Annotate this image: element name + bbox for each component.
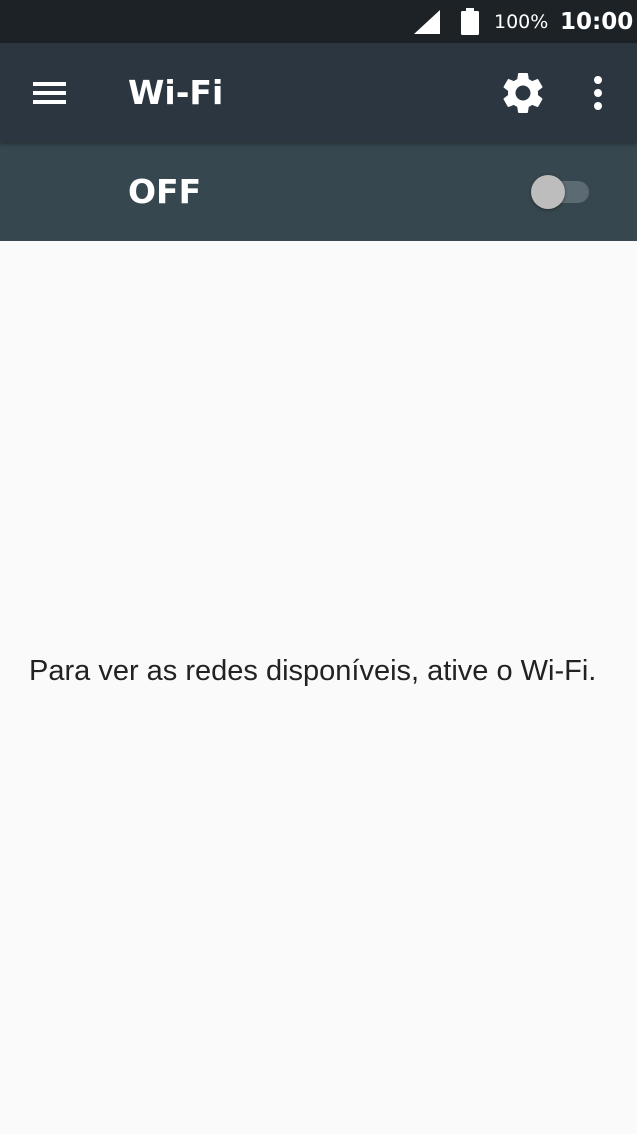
battery-percent: 100% bbox=[494, 11, 549, 33]
wifi-settings-screen: 100% 10:00 Wi-Fi OFF Para ver as redes d… bbox=[0, 0, 637, 1134]
settings-button[interactable] bbox=[498, 68, 548, 118]
cell-signal-icon bbox=[414, 10, 440, 34]
wifi-off-message: Para ver as redes disponíveis, ative o W… bbox=[29, 655, 597, 687]
more-vert-icon bbox=[594, 76, 602, 110]
toggle-thumb bbox=[531, 175, 565, 209]
menu-button[interactable] bbox=[22, 68, 78, 118]
content-area: Para ver as redes disponíveis, ative o W… bbox=[0, 241, 637, 1134]
gear-icon bbox=[503, 72, 543, 113]
status-bar: 100% 10:00 bbox=[0, 0, 637, 43]
wifi-switch-bar[interactable]: OFF bbox=[0, 142, 637, 241]
page-title: Wi-Fi bbox=[128, 73, 224, 112]
clock: 10:00 bbox=[560, 9, 634, 35]
battery-icon bbox=[461, 8, 479, 35]
wifi-toggle[interactable] bbox=[525, 172, 595, 212]
app-bar: Wi-Fi bbox=[0, 43, 637, 142]
more-options-button[interactable] bbox=[578, 68, 618, 118]
menu-icon bbox=[33, 82, 66, 104]
wifi-status-label: OFF bbox=[128, 172, 202, 211]
